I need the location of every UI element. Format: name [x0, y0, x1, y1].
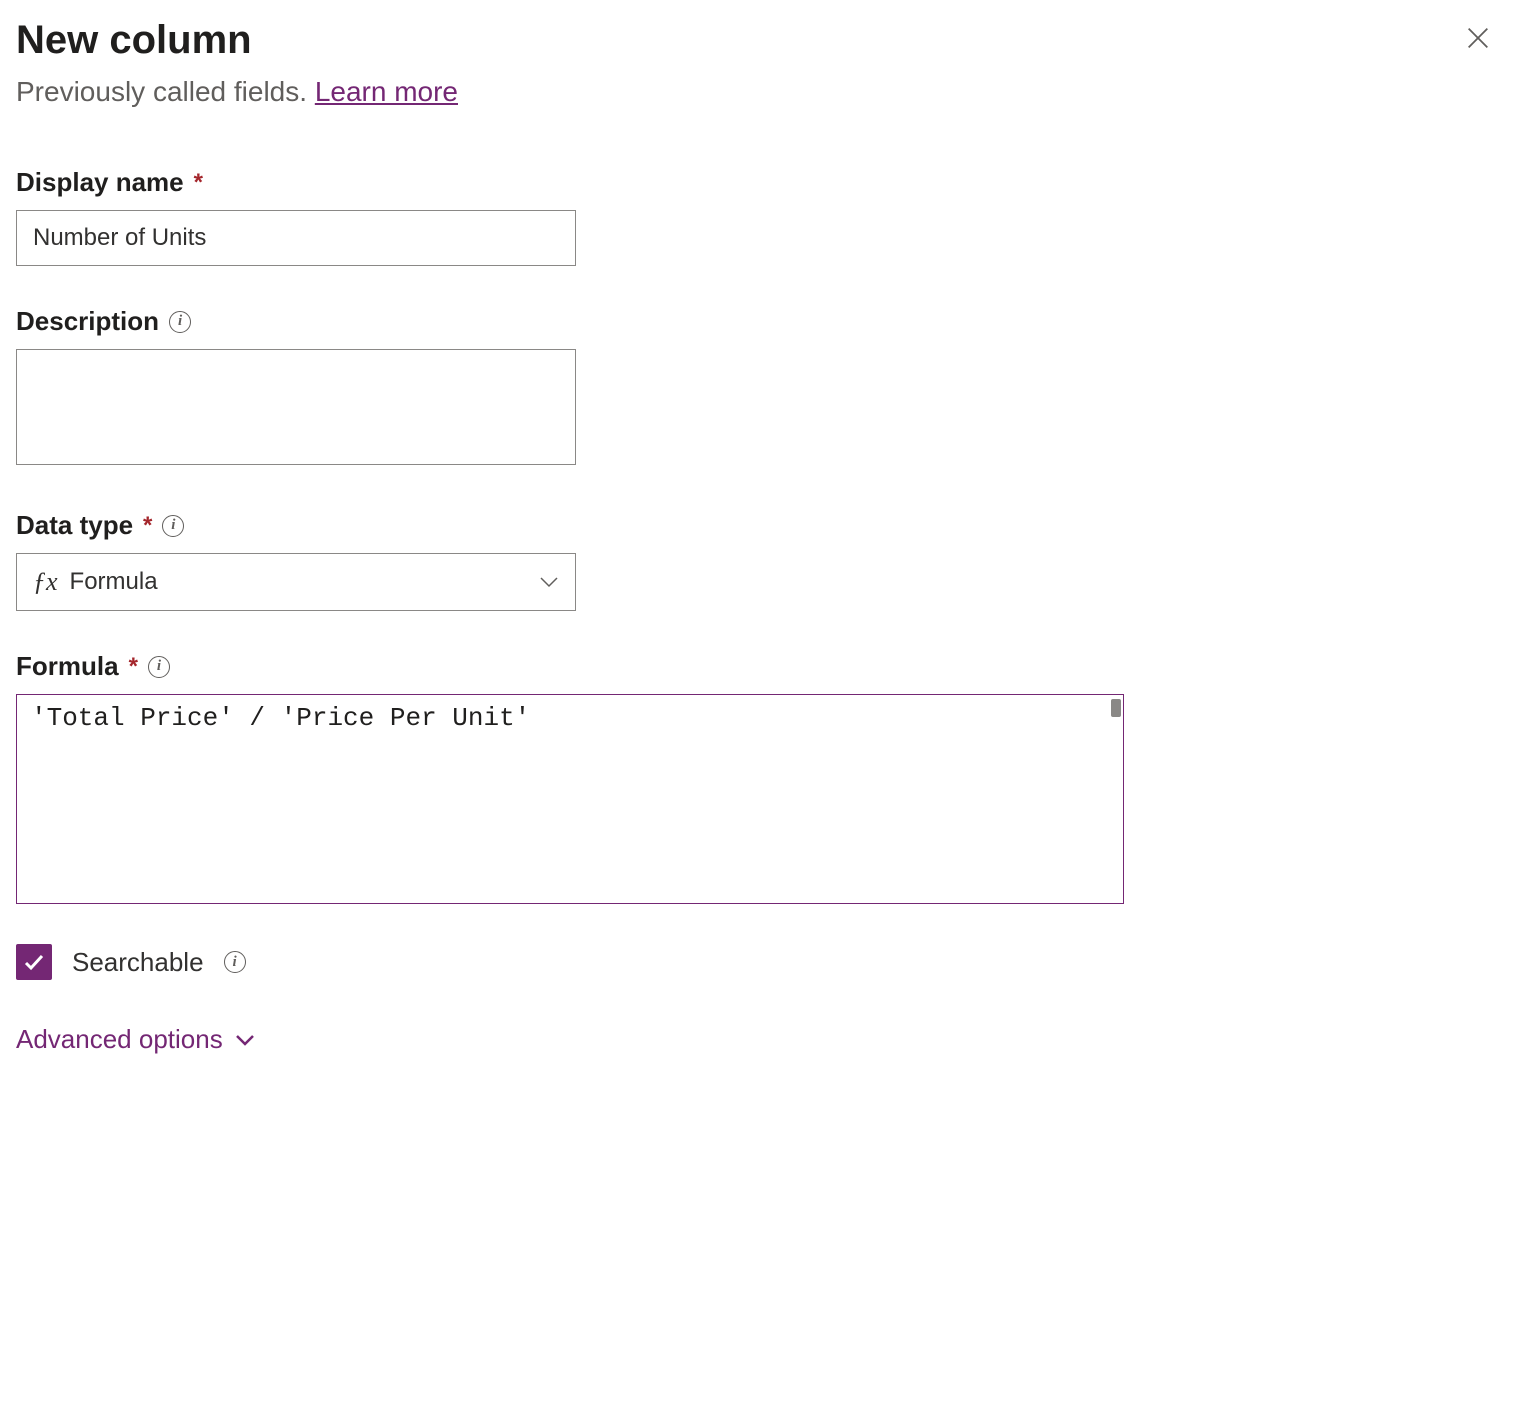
info-icon[interactable]: i [169, 311, 191, 333]
required-marker: * [143, 512, 152, 540]
description-input[interactable] [16, 349, 576, 465]
close-icon [1464, 24, 1492, 52]
data-type-value: Formula [70, 568, 539, 596]
formula-content[interactable]: 'Total Price' / 'Price Per Unit' [17, 695, 1123, 903]
close-button[interactable] [1456, 16, 1500, 60]
advanced-options-label: Advanced options [16, 1024, 223, 1055]
info-icon[interactable]: i [148, 656, 170, 678]
advanced-options-toggle[interactable]: Advanced options [16, 1024, 1500, 1055]
panel-subtitle: Previously called fields. Learn more [16, 72, 1500, 111]
searchable-checkbox[interactable] [16, 944, 52, 980]
info-icon[interactable]: i [224, 951, 246, 973]
learn-more-link[interactable]: Learn more [315, 76, 458, 107]
panel-header: New column [16, 16, 1500, 64]
description-label-row: Description i [16, 306, 1500, 337]
formula-group: Formula * i 'Total Price' / 'Price Per U… [16, 651, 1500, 904]
data-type-label-row: Data type * i [16, 510, 1500, 541]
data-type-dropdown[interactable]: ƒx Formula [16, 553, 576, 611]
display-name-label-row: Display name * [16, 167, 1500, 198]
chevron-down-icon [539, 576, 559, 588]
formula-editor[interactable]: 'Total Price' / 'Price Per Unit' [16, 694, 1124, 904]
info-icon[interactable]: i [162, 515, 184, 537]
data-type-group: Data type * i ƒx Formula [16, 510, 1500, 611]
searchable-label: Searchable [72, 947, 204, 978]
scrollbar-thumb[interactable] [1111, 699, 1121, 717]
display-name-input[interactable] [16, 210, 576, 266]
required-marker: * [129, 653, 138, 681]
description-group: Description i [16, 306, 1500, 470]
panel-title: New column [16, 16, 252, 64]
chevron-down-icon [235, 1034, 255, 1046]
display-name-group: Display name * [16, 167, 1500, 266]
required-marker: * [194, 169, 203, 197]
description-label: Description [16, 306, 159, 337]
fx-icon: ƒx [33, 567, 58, 597]
subtitle-text: Previously called fields. [16, 76, 315, 107]
data-type-label: Data type [16, 510, 133, 541]
formula-label: Formula [16, 651, 119, 682]
checkmark-icon [22, 950, 46, 974]
display-name-label: Display name [16, 167, 184, 198]
searchable-row: Searchable i [16, 944, 1500, 980]
formula-label-row: Formula * i [16, 651, 1500, 682]
